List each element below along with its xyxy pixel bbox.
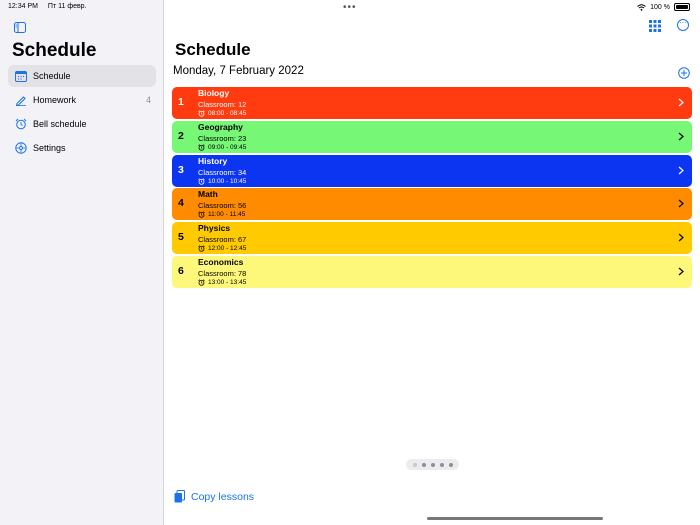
alarm-icon: [198, 110, 205, 117]
lesson-time: 13:00 - 13:45: [198, 279, 246, 286]
page-title: Schedule: [175, 40, 251, 59]
lesson-time-text: 12:00 - 12:45: [208, 245, 247, 253]
page-dot[interactable]: [448, 462, 453, 467]
more-options-icon[interactable]: ···: [677, 19, 689, 31]
lesson-time-text: 09:00 - 09:45: [208, 143, 247, 151]
page-dot[interactable]: [439, 462, 444, 467]
lesson-time: 12:00 - 12:45: [198, 245, 246, 252]
add-lesson-icon[interactable]: [678, 66, 690, 79]
sidebar-title: Schedule: [12, 40, 97, 61]
lesson-row-geography[interactable]: 2 Geography Classroom: 23 09:00 - 09:45: [172, 120, 692, 153]
copy-icon: [174, 490, 185, 503]
lesson-row-economics[interactable]: 6 Economics Classroom: 78 13:00 - 13:45: [172, 255, 692, 288]
lesson-subject: Biology: [198, 88, 230, 98]
lesson-subject: Math: [198, 189, 218, 200]
lesson-time: 11:00 - 11:45: [198, 211, 245, 218]
lesson-time-text: 10:00 - 10:45: [208, 177, 247, 185]
chevron-right-icon: [678, 166, 684, 175]
sidebar-item-homework[interactable]: Homework 4: [8, 89, 156, 111]
status-bar-left: 12:34 PM Пт 11 февр.: [8, 3, 95, 10]
status-bar-right: 100 %: [637, 3, 690, 11]
page-dot[interactable]: [421, 462, 426, 467]
alarm-icon: [198, 245, 205, 252]
schedule-date[interactable]: Monday, 7 February 2022: [173, 65, 304, 77]
calendar-icon: [14, 70, 27, 83]
main-panel: ••• 100 % ··· Schedule Monday, 7 Februar…: [165, 0, 700, 525]
lesson-classroom: Classroom: 34: [198, 167, 247, 177]
chevron-right-icon: [678, 98, 684, 107]
lesson-number: 4: [178, 197, 184, 210]
lesson-time: 10:00 - 10:45: [198, 178, 246, 185]
sidebar-item-bell-schedule[interactable]: Bell schedule: [8, 113, 156, 135]
wifi-icon: [637, 3, 646, 11]
sidebar: 12:34 PM Пт 11 февр. Schedule Schedule H…: [0, 0, 164, 525]
chevron-right-icon: [678, 267, 684, 276]
lesson-subject: Geography: [198, 121, 243, 132]
lesson-classroom: Classroom: 23: [198, 133, 247, 143]
alarm-icon: [198, 211, 205, 219]
lesson-time: 08:00 - 08:45: [198, 110, 246, 117]
lesson-classroom: Classroom: 78: [198, 268, 247, 278]
lesson-number: 1: [178, 96, 184, 108]
copy-lessons-label: Copy lessons: [191, 490, 255, 503]
sidebar-item-label: Homework: [33, 95, 77, 105]
sidebar-item-label: Bell schedule: [33, 119, 87, 129]
sidebar-item-label: Settings: [33, 143, 66, 153]
sidebar-toggle-icon[interactable]: [14, 20, 26, 33]
lesson-classroom: Classroom: 56: [198, 201, 247, 211]
chevron-right-icon: [678, 233, 684, 242]
lesson-row-history[interactable]: 3 History Classroom: 34 10:00 - 10:45: [172, 154, 692, 187]
lesson-time-text: 11:00 - 11:45: [208, 211, 246, 219]
lesson-number: 3: [178, 163, 184, 176]
alarm-icon: [14, 118, 27, 131]
status-date: Пт 11 февр.: [47, 3, 87, 10]
page-indicator[interactable]: [406, 459, 459, 470]
pencil-icon: [14, 94, 27, 107]
lesson-number: 5: [178, 231, 184, 244]
sidebar-item-schedule[interactable]: Schedule: [8, 65, 156, 87]
alarm-icon: [198, 177, 205, 185]
chevron-right-icon: [678, 199, 684, 208]
gear-icon: [14, 142, 27, 155]
lesson-subject: History: [198, 155, 228, 166]
grid-view-icon[interactable]: [649, 19, 661, 32]
battery-percent: 100 %: [650, 3, 670, 11]
sidebar-item-label: Schedule: [33, 71, 71, 81]
lesson-subject: Economics: [198, 256, 244, 267]
status-time: 12:34 PM: [8, 3, 38, 10]
alarm-icon: [198, 144, 205, 151]
lesson-row-biology[interactable]: 1 Biology Classroom: 12 08:00 - 08:45: [172, 87, 692, 119]
page-dot[interactable]: [412, 462, 417, 467]
lesson-time-text: 08:00 - 08:45: [208, 110, 247, 117]
alarm-icon: [198, 279, 205, 286]
page-dot[interactable]: [430, 462, 435, 467]
lesson-list: 1 Biology Classroom: 12 08:00 - 08:45 2 Geogr…: [172, 87, 692, 290]
sidebar-item-settings[interactable]: Settings: [8, 137, 156, 159]
chevron-right-icon: [678, 132, 684, 141]
lesson-number: 6: [178, 264, 184, 277]
multitasking-dots-icon[interactable]: •••: [343, 2, 357, 13]
sidebar-list: Schedule Homework 4 Bell schedule Settin…: [8, 65, 156, 161]
lesson-row-math[interactable]: 4 Math Classroom: 56 11:00 - 11:45: [172, 188, 692, 221]
copy-lessons-button[interactable]: Copy lessons: [174, 490, 254, 503]
home-indicator: [427, 517, 603, 520]
lesson-row-physics[interactable]: 5 Physics Classroom: 67 12:00 - 12:45: [172, 222, 692, 255]
lesson-time: 09:00 - 09:45: [198, 144, 246, 151]
lesson-classroom: Classroom: 67: [198, 235, 247, 245]
lesson-number: 2: [178, 129, 184, 142]
lesson-classroom: Classroom: 12: [198, 100, 247, 109]
homework-count-badge: 4: [145, 95, 151, 105]
lesson-time-text: 13:00 - 13:45: [208, 278, 247, 286]
lesson-subject: Physics: [198, 223, 231, 234]
battery-icon: [674, 3, 690, 11]
